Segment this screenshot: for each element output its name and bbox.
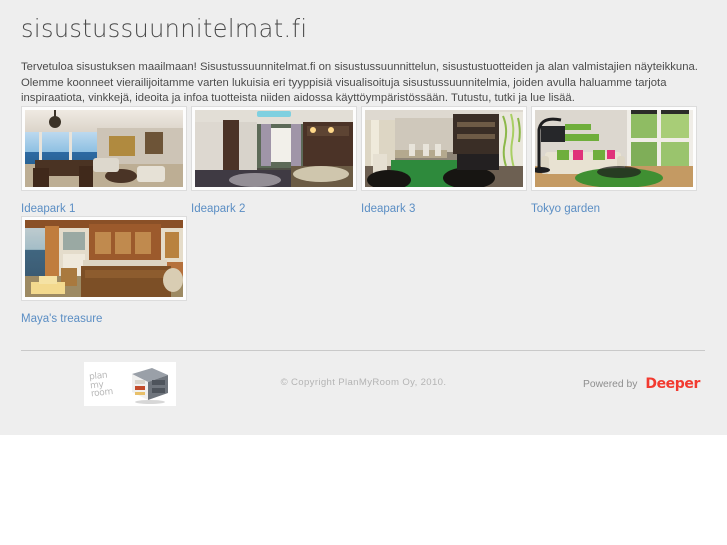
powered-by-label: Powered by — [582, 378, 638, 390]
thumbnail-image-ideapark-3[interactable] — [365, 110, 523, 187]
gallery-item[interactable]: Ideapark 3 — [361, 106, 531, 215]
gallery-item[interactable]: Maya's treasure — [21, 216, 191, 325]
thumbnail-frame[interactable] — [191, 106, 357, 191]
thumbnail-frame[interactable] — [21, 106, 187, 191]
powered-by[interactable]: Powered by Deeper — [583, 376, 700, 392]
gallery-item-label[interactable]: Maya's treasure — [21, 313, 191, 325]
gallery-item-label[interactable]: Ideapark 1 — [21, 203, 191, 215]
thumbnail-image-ideapark-1[interactable] — [25, 110, 183, 187]
thumbnail-frame[interactable] — [531, 106, 697, 191]
interior-render-icon — [535, 110, 693, 187]
page-container: sisustussuunnitelmat.fi Tervetuloa sisus… — [0, 0, 727, 435]
gallery-item[interactable]: Ideapark 1 — [21, 106, 191, 215]
interior-render-icon — [365, 110, 523, 187]
gallery-item-label[interactable]: Ideapark 3 — [361, 203, 531, 215]
footer-divider — [21, 350, 705, 351]
interior-render-icon — [195, 110, 353, 187]
gallery-item-label[interactable]: Ideapark 2 — [191, 203, 361, 215]
intro-paragraph: Tervetuloa sisustuksen maailmaan! Sisust… — [21, 61, 698, 104]
thumbnail-image-tokyo-garden[interactable] — [535, 110, 693, 187]
deeper-logo[interactable]: Deeper — [645, 376, 700, 392]
interior-render-icon — [25, 220, 183, 297]
gallery-item-label[interactable]: Tokyo garden — [531, 203, 701, 215]
site-logo[interactable]: sisustussuunnitelmat.fi — [21, 14, 307, 43]
thumbnail-frame[interactable] — [21, 216, 187, 301]
thumbnail-image-mayas-treasure[interactable] — [25, 220, 183, 297]
thumbnail-frame[interactable] — [361, 106, 527, 191]
thumbnail-image-ideapark-2[interactable] — [195, 110, 353, 187]
interior-render-icon — [25, 110, 183, 187]
gallery-item[interactable]: Ideapark 2 — [191, 106, 361, 215]
gallery-item[interactable]: Tokyo garden — [531, 106, 701, 215]
